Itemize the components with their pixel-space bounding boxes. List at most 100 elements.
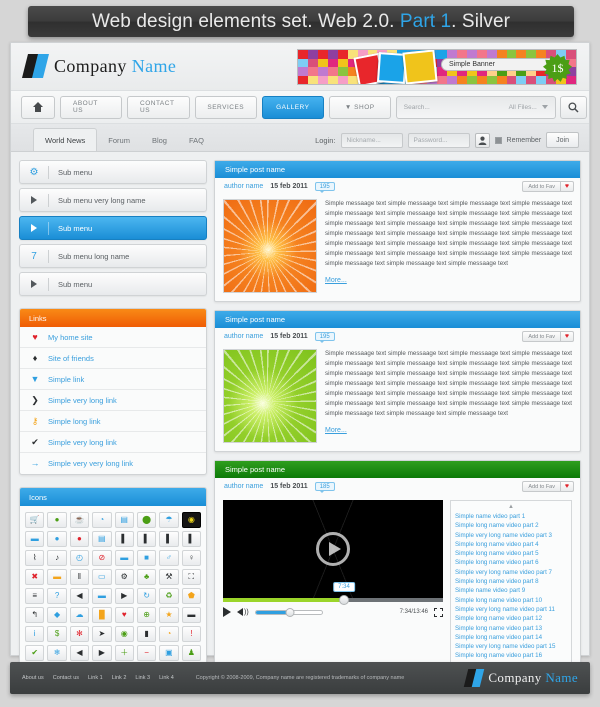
play-icon[interactable] [223,607,231,617]
site-logo[interactable]: Company Name [25,54,176,78]
battery-full-icon[interactable]: ▌ [137,531,156,547]
save-icon[interactable]: ▣ [159,645,178,661]
document-icon[interactable]: ▤ [92,531,111,547]
sidebar-item-4[interactable]: Sub menu [19,272,207,296]
snowflake-icon[interactable]: ❄ [47,645,66,661]
join-button[interactable]: Join [546,132,579,148]
add-to-fav-button[interactable]: Add to Fav [522,331,561,342]
footer-link[interactable]: Link 1 [88,675,103,681]
shield-icon[interactable]: ⬟ [182,588,201,604]
playlist-item[interactable]: Simple long name video part 8 [455,577,571,586]
phone-icon[interactable]: ▌ [159,531,178,547]
ad-banner[interactable]: Simple Banner 1$ [297,49,577,85]
playlist-item[interactable]: Simple long name video part 16 [455,651,571,660]
rss-icon[interactable]: ◔ [159,626,178,642]
heart-icon[interactable]: ♥ [561,181,574,192]
video-add-to-fav-button[interactable]: Add to Fav [522,481,561,492]
check-icon[interactable]: ✔ [25,645,44,661]
cursor-icon[interactable]: ➤ [92,626,111,642]
sidebar-item-0[interactable]: ⚙ Sub menu [19,160,207,184]
footer-logo[interactable]: Company Name [466,669,578,687]
playlist-item[interactable]: Simple long name video part 10 [455,596,571,605]
video-play-overlay-button[interactable] [316,532,350,566]
post-more-link[interactable]: More... [325,427,347,434]
tab-forum[interactable]: Forum [97,129,141,151]
playlist-item[interactable]: Simple name video part 1 [455,512,571,521]
video-post-comment-badge[interactable]: 185 [315,482,335,491]
playlist-item[interactable]: Simple long name video part 14 [455,633,571,642]
coffee-icon[interactable]: ☕ [70,512,89,528]
cart-icon[interactable]: 🛒 [25,512,44,528]
playlist-item[interactable]: Simple long name video part 4 [455,540,571,549]
equalizer-icon[interactable]: ≡ [25,588,44,604]
close-icon[interactable]: ✖ [25,569,44,585]
male-icon[interactable]: ♂ [159,550,178,566]
recycle-icon[interactable]: ♻ [159,588,178,604]
link-item[interactable]: ⚷ Simple long link [20,411,206,432]
search-filter-select[interactable]: All Files... [509,104,548,111]
remember-checkbox[interactable] [495,137,502,144]
battery-icon[interactable]: ▌ [115,531,134,547]
playlist-item[interactable]: Simple very long name video part 15 [455,642,571,651]
note-icon[interactable]: ♪ [47,550,66,566]
globe-icon[interactable]: ⊕ [137,607,156,623]
nav-item-gallery[interactable]: GALLERY [262,96,324,119]
heart-icon[interactable]: ♥ [561,331,574,342]
link-item[interactable]: ▼ Simple link [20,369,206,390]
link-item[interactable]: ❯ Simple very long link [20,390,206,411]
footer-link[interactable]: About us [22,675,44,681]
playlist-item[interactable]: Simple long name video part 2 [455,521,571,530]
nav-item-contact-us[interactable]: CONTACT US [127,96,190,119]
nav-home-button[interactable] [21,96,55,119]
eye-dark-icon[interactable]: ◉ [182,512,201,528]
add-to-fav-button[interactable]: Add to Fav [522,181,561,192]
volume-icon[interactable]: ◀ [70,588,89,604]
footer-link[interactable]: Link 4 [159,675,174,681]
money-icon[interactable]: ● [47,512,66,528]
tab-world-news[interactable]: World News [33,128,97,151]
clock-icon[interactable]: ◴ [70,550,89,566]
forbidden-icon[interactable]: ⊘ [92,550,111,566]
mic-icon[interactable]: ⌇ [25,550,44,566]
undo-icon[interactable]: ↰ [25,607,44,623]
search-button[interactable] [560,96,587,119]
car-icon[interactable]: ▬ [25,531,44,547]
eye-icon[interactable]: ◉ [115,626,134,642]
umbrella-icon[interactable]: ☂ [159,512,178,528]
post-comment-badge[interactable]: 195 [315,332,335,341]
post-more-link[interactable]: More... [325,277,347,284]
post-author[interactable]: author name [224,333,263,340]
pie-chart-icon[interactable]: ◔ [92,512,111,528]
drop-icon[interactable]: ● [47,531,66,547]
link-item[interactable]: ♦ Site of friends [20,348,206,369]
pause-icon[interactable]: ‖ [70,569,89,585]
link-item[interactable]: ✔ Simple very long link [20,432,206,453]
playlist-item[interactable]: Simple long name video part 5 [455,549,571,558]
footer-link[interactable]: Link 2 [112,675,127,681]
nav-item-about-us[interactable]: ABOUT US [60,96,122,119]
refresh-icon[interactable]: ↻ [137,588,156,604]
expand-icon[interactable]: ⛶ [182,569,201,585]
playlist-item[interactable]: Simple very long name video part 11 [455,605,571,614]
footer-link[interactable]: Link 3 [135,675,150,681]
playlist-item[interactable]: Simple long name video part 12 [455,614,571,623]
post-thumbnail[interactable] [223,349,317,443]
user-icon[interactable]: ♟ [182,645,201,661]
nav-item-shop[interactable]: ▼ SHOP [329,96,391,119]
dollar-icon[interactable]: $ [47,626,66,642]
card-icon[interactable]: ▬ [92,588,111,604]
playlist-item[interactable]: Simple long name video part 6 [455,558,571,567]
gear-icon[interactable]: ⚙ [115,569,134,585]
sidebar-item-3[interactable]: ὏7 Sub menu long name [19,244,207,268]
sidebar-item-2[interactable]: Sub menu [19,216,207,240]
tree-icon[interactable]: ♣ [137,569,156,585]
footer-link[interactable]: Contact us [53,675,79,681]
wrench-icon[interactable]: ⚒ [159,569,178,585]
post-author[interactable]: author name [224,183,263,190]
camera-icon[interactable]: ▬ [182,607,201,623]
volume-icon[interactable]: )) [237,608,249,616]
briefcase-icon[interactable]: ▬ [115,550,134,566]
link-item[interactable]: → Simple very very long link [20,453,206,474]
lock-icon[interactable]: ■ [137,550,156,566]
playlist-item[interactable]: Simple very long name video part 3 [455,531,571,540]
